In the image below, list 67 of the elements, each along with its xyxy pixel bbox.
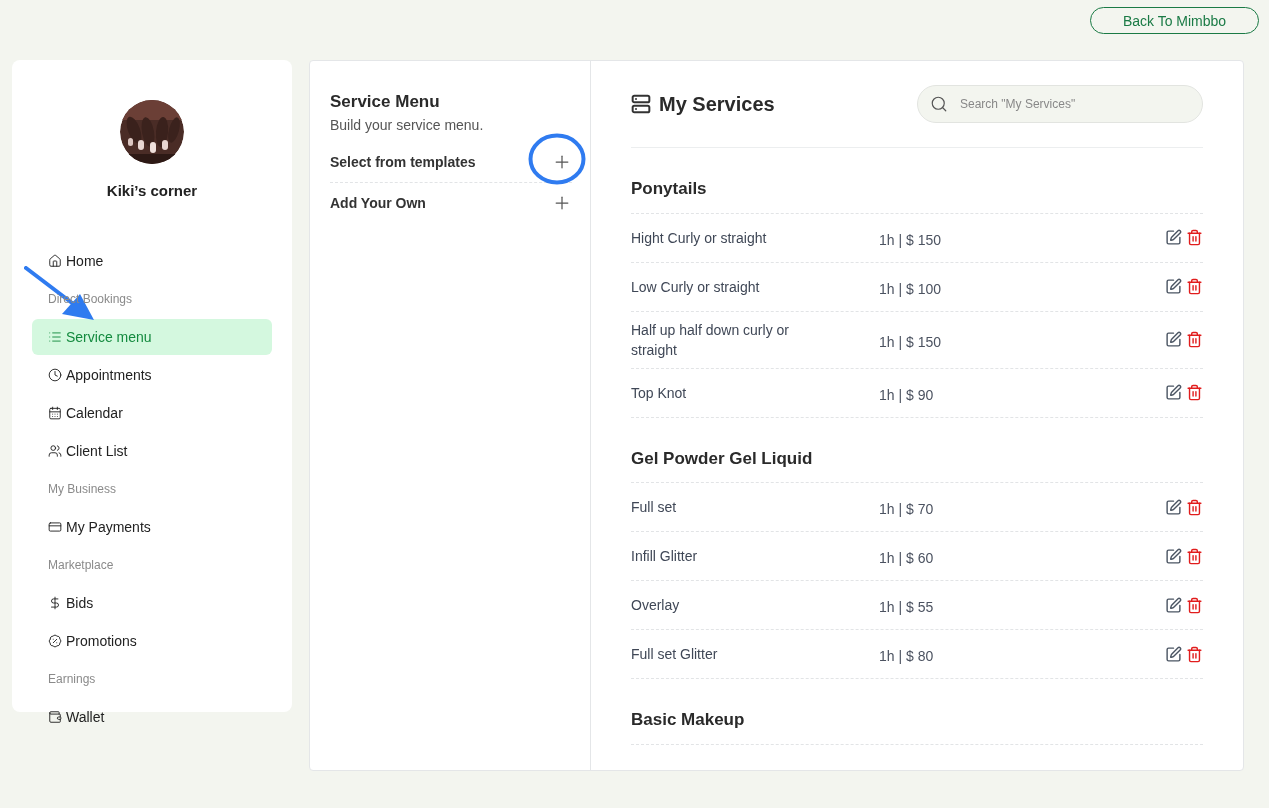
- trash-icon[interactable]: [1186, 331, 1203, 348]
- home-icon: [48, 253, 62, 268]
- service-price: 1h | $ 60: [879, 549, 935, 568]
- category-title: Ponytails: [631, 179, 707, 198]
- nav-item[interactable]: Service menu: [32, 318, 272, 355]
- nav-section-label: Marketplace: [48, 556, 114, 573]
- list-icon: [48, 329, 62, 344]
- percent-badge-icon: [48, 633, 62, 648]
- trash-icon[interactable]: [1186, 596, 1203, 614]
- service-price: 1h | $ 100: [879, 279, 943, 299]
- service-price: 1h | $ 150: [879, 230, 943, 250]
- trash-icon[interactable]: [1186, 278, 1203, 295]
- edit-icon[interactable]: [1165, 547, 1182, 565]
- services-title: My Services: [659, 92, 775, 117]
- edit-icon[interactable]: [1165, 645, 1182, 663]
- edit-icon[interactable]: [1165, 498, 1182, 516]
- server-icon: [631, 94, 651, 114]
- trash-icon[interactable]: [1186, 229, 1203, 246]
- category-title: Gel Powder Gel Liquid: [631, 448, 813, 468]
- highlight-circle: [528, 133, 586, 185]
- service-price: 1h | $ 80: [879, 647, 935, 666]
- nav-item[interactable]: Calendar: [32, 394, 272, 431]
- service-name: Hight Curly or straight: [631, 228, 768, 248]
- nav-item[interactable]: My Payments: [32, 508, 272, 545]
- builder-option: Select from templates: [330, 152, 476, 172]
- clock-icon: [48, 367, 62, 382]
- calendar-icon: [48, 405, 62, 420]
- service-price: 1h | $ 90: [879, 385, 935, 405]
- service-price: 1h | $ 70: [879, 500, 935, 519]
- service-name: Half up half down curly or straight: [631, 320, 790, 360]
- edit-icon[interactable]: [1165, 278, 1182, 295]
- builder-title: Service Menu: [330, 91, 441, 113]
- search-input[interactable]: Search "My Services": [960, 96, 1190, 112]
- nav-item[interactable]: Appointments: [32, 356, 272, 393]
- edit-icon[interactable]: [1165, 229, 1182, 246]
- trash-icon[interactable]: [1186, 384, 1203, 401]
- dollar-icon: [48, 595, 62, 610]
- service-name: Low Curly or straight: [631, 277, 761, 297]
- people-icon: [48, 443, 62, 458]
- nav-item[interactable]: Client List: [32, 432, 272, 469]
- nav-item[interactable]: Home: [32, 242, 272, 279]
- wallet-icon: [48, 709, 62, 724]
- builder-subtitle: Build your service menu.: [330, 115, 485, 135]
- builder-option: Add Your Own: [330, 192, 426, 213]
- service-price: 1h | $ 55: [879, 598, 935, 617]
- nav-item[interactable]: Wallet: [32, 698, 272, 735]
- edit-icon[interactable]: [1165, 596, 1182, 614]
- nav-section-label: My Business: [48, 480, 117, 497]
- service-name: Full set: [631, 498, 678, 517]
- trash-icon[interactable]: [1186, 645, 1203, 663]
- search-icon: [930, 95, 948, 113]
- trash-icon[interactable]: [1186, 498, 1203, 516]
- profile-name: Kiki’s corner: [106, 181, 198, 201]
- edit-icon[interactable]: [1165, 384, 1182, 401]
- edit-icon[interactable]: [1165, 331, 1182, 348]
- category-title: Basic Makeup: [631, 710, 745, 729]
- nav-item[interactable]: Bids: [32, 584, 272, 621]
- service-name: Overlay: [631, 596, 681, 615]
- nav-section-label: Earnings: [48, 670, 96, 687]
- service-price: 1h | $ 150: [879, 332, 943, 352]
- service-name: Infill Glitter: [631, 547, 699, 566]
- nav-item[interactable]: Promotions: [32, 622, 272, 659]
- search-field[interactable]: Search "My Services": [917, 85, 1203, 123]
- service-name: Full set Glitter: [631, 645, 719, 664]
- service-name: Top Knot: [631, 383, 688, 403]
- card-icon: [48, 519, 62, 534]
- trash-icon[interactable]: [1186, 547, 1203, 565]
